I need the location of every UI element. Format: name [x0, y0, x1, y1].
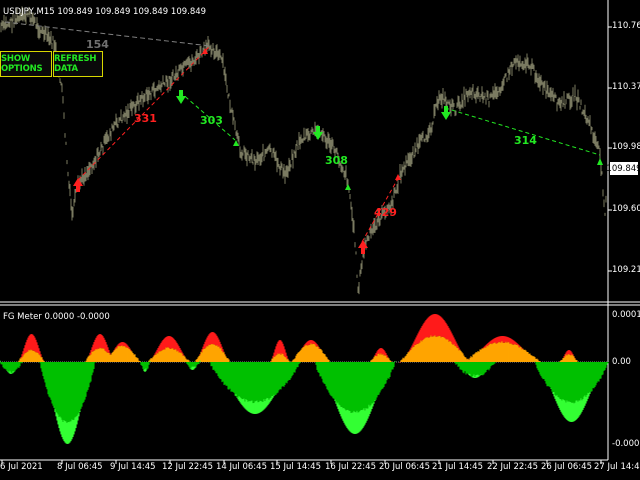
price-label: 110.375: [612, 82, 640, 92]
date-label: 26 Jul 06:45: [541, 462, 592, 472]
pattern-label-303: 303: [200, 114, 223, 127]
date-label: 8 Jul 06:45: [57, 462, 103, 472]
pattern-label-314: 314: [514, 134, 537, 147]
date-label: 9 Jul 14:45: [110, 462, 156, 472]
pattern-label-308: 308: [325, 154, 348, 167]
indicator-scale-label: 0.0001: [612, 310, 640, 320]
indicator-header: FG Meter 0.0000 -0.0000: [3, 312, 110, 322]
date-label: 27 Jul 14:45: [594, 462, 640, 472]
date-label: 12 Jul 22:45: [162, 462, 213, 472]
arrow-up-small-icon: [345, 184, 351, 190]
date-label: 22 Jul 22:45: [487, 462, 538, 472]
arrow-down-icon: [176, 90, 186, 104]
date-label: 20 Jul 06:45: [379, 462, 430, 472]
date-label: 14 Jul 06:45: [216, 462, 267, 472]
pattern-label-331: 331: [134, 112, 157, 125]
date-label: 21 Jul 14:45: [432, 462, 483, 472]
symbol-header: USDJPY,M15 109.849 109.849 109.849 109.8…: [3, 7, 207, 17]
arrow-up-small-icon: [597, 158, 603, 165]
arrow-down-icon: [313, 126, 323, 140]
indicator-scale-label: -0.0002: [612, 439, 640, 449]
show-options-button[interactable]: SHOW OPTIONS: [0, 51, 52, 77]
arrow-up-icon: [73, 178, 83, 192]
date-label: 6 Jul 2021: [0, 462, 43, 472]
pattern-label-154: 154: [86, 38, 109, 51]
arrow-down-icon: [441, 106, 451, 120]
date-label: 16 Jul 22:45: [325, 462, 376, 472]
pattern-label-429: 429: [374, 206, 397, 219]
price-label: 109.985: [612, 142, 640, 152]
trend-line-green-2: [444, 107, 601, 156]
date-label: 15 Jul 14:45: [270, 462, 321, 472]
indicator-scale-label: 0.00: [612, 357, 631, 367]
current-price-tag: 109.849: [606, 162, 640, 175]
price-label: 110.760: [612, 21, 640, 31]
price-label: 109.600: [612, 204, 640, 214]
price-label: 109.215: [612, 265, 640, 275]
refresh-data-button[interactable]: REFRESH DATA: [53, 51, 103, 77]
fg-meter-histogram: [0, 314, 609, 444]
arrow-up-icon: [358, 240, 368, 254]
